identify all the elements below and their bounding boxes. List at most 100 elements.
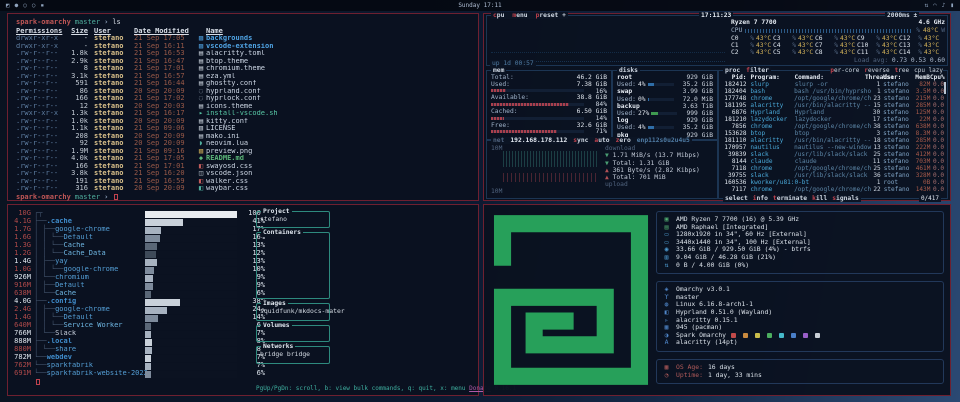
file-owner: stefano [94,132,124,140]
file-name: README.md [206,155,244,162]
process-scrollbar[interactable] [944,82,946,94]
file-permissions: .rwxr-xr-x [16,110,59,117]
process-row[interactable]: 181110 alacritty/usr/bin/alacritty -- 18st… [719,137,947,144]
proc-action-select[interactable]: select [725,195,748,202]
btop-menu-menu[interactable]: menu [512,12,527,19]
proc-option[interactable]: tree [895,67,909,74]
download-total: ▼ Total: 1.31 GiB [605,159,670,167]
file-name: walker.css [206,177,249,185]
image-file-icon: ▧ [198,147,204,155]
core-readout: C2% 43°C [731,49,772,56]
cpu-total-row: CPU % 48°C W [731,27,945,34]
file-list-terminal[interactable]: spark-omarchy master › ls Permissions Si… [7,13,479,201]
cpu-history-graph [491,24,725,62]
screencast-icon[interactable]: ⇅ [925,2,929,9]
battery-icon[interactable]: ▮ [950,2,954,9]
volumes-panel[interactable]: Volumes [256,322,330,342]
file-row: .rw-r--r-- 4.0k stefano 21 Sep 17:05 ◆ README… [16,155,470,163]
process-row[interactable]: 153628 btop btop 3 stefano 8.3M 0.0 [719,130,947,137]
workspace-2[interactable]: ○ [23,2,27,9]
networks-panel[interactable]: Networks bridge bridge [256,343,330,364]
process-row[interactable]: 160536 kworker/u81:0-bt 1 root 0B 0.0 [719,179,947,186]
process-actions[interactable]: select info terminate kill signals [723,195,861,202]
containers-panel[interactable]: Containers [256,229,330,299]
process-box-title[interactable]: proc filter [723,67,771,74]
usage-bar [145,346,237,354]
license-file-icon: ▥ [198,125,204,132]
proc-option[interactable]: cpu lazy [914,67,943,74]
proc-option[interactable]: reverse [864,67,889,74]
btop-terminal[interactable]: cpu menu preset + 17:11:23 2000ms ± Ryzen … [483,12,951,202]
refresh-interval[interactable]: 2000ms ± [885,12,920,19]
launcher-icon[interactable]: ◩ [6,2,10,9]
active-window-icon[interactable]: ▪ [41,2,45,9]
dust-row: 691M └── sparkfabrik-website-2022 6% [12,370,265,378]
images-panel[interactable]: Images squidfunk/mkdocs-mater [256,300,345,321]
process-row[interactable]: 39755 slack/usr/lib/slack/slack 36 stefano 3… [719,172,947,179]
workspace-1[interactable]: ● [15,2,19,9]
dir-name: Slack [55,330,77,338]
proc-proc[interactable]: proc [725,67,740,74]
core-readout: C3% 43°C [773,35,814,42]
net-toggle-sync[interactable]: sync [573,137,588,144]
memory-meter: 84% [491,101,607,108]
net-toggle-zero[interactable]: zero [616,137,631,144]
dust-row: 880M│ └──share8% [12,346,265,354]
process-row[interactable]: 6876 Hyprland Hyprland 30 stefano 125M 0.0 [719,109,947,116]
file-table-header: Permissions Size User Date Modified Name [16,27,223,35]
file-permissions: .rw-r--r-- [16,72,59,80]
proc-filter[interactable]: filter [746,67,769,74]
disk-used-row: Used: 4% 35.2 GiB [617,124,713,132]
lazydocker-panel[interactable]: Project stefano Containers Images squidf… [254,205,516,393]
file-date: 21 Sep 16:59 [134,177,185,185]
proc-action-info[interactable]: info [753,195,768,202]
proc-action-signals[interactable]: signals [832,195,859,202]
fastfetch-terminal[interactable]: ▣ AMD Ryzen 7 7700 (16) @ 5.39 GHz ▤ AMD Ra… [483,204,951,396]
process-row[interactable]: 170957 nautilus nautilus --new-window 13 ste… [719,144,947,151]
file-size: 3.8k [71,170,88,177]
process-row[interactable]: 182412 slurp slurp -or 1 stefano 82M 0.0 [719,81,947,88]
wifi-icon[interactable]: ◠ [933,2,937,9]
file-permissions: .rw-r--r-- [16,57,59,65]
workspace-indicators[interactable]: ◩ ● ○ ○ ▪ [6,2,44,9]
proc-option[interactable]: per-core [830,67,859,74]
core-readout: C9% 43°C [857,35,898,42]
btop-menu-preset +[interactable]: preset + [536,12,566,19]
shell-prompt-idle[interactable]: spark-omarchy master › [16,193,470,202]
memory-box: mem Total: 46.2 GiB Used: 7.38 GiB 16% Availa… [486,67,612,140]
proc-action-kill[interactable]: kill [812,195,827,202]
project-panel[interactable]: Project stefano [256,208,330,228]
git-branch: master [74,18,101,26]
file-date: 20 Sep 20:03 [134,102,185,110]
volume-icon[interactable]: ♪ [942,2,946,9]
status-tray[interactable]: ⇅ ◠ ♪ ▮ [925,2,955,9]
workspace-3[interactable]: ○ [32,2,36,9]
process-row[interactable]: 182404 bash bash /usr/bin/hyprsho 1 stefano 3… [719,88,947,95]
process-row[interactable]: 177748 chrome/opt/google/chrome/ch 23 stefa… [719,95,947,102]
process-options[interactable]: per-core reverse tree cpu lazy [830,67,943,74]
file-name: eza.yml [206,72,236,80]
network-box-title[interactable]: net 192.168.178.112 sync auto zero enp112s0u2… [491,137,692,144]
core-readout: C14% 43°C [899,49,940,56]
process-row[interactable]: 181195 alacritty/usr/bin/alacritty -- 15st… [719,102,947,109]
process-row[interactable]: 7118 chrome/opt/google/chrome/ch 25 stefano… [719,165,947,172]
disks-box-title[interactable]: disks [617,67,640,74]
btop-menu-bar[interactable]: cpu menu preset + [491,12,568,19]
file-row: .rw-r--r-- 1.1k stefano 21 Sep 09:06 ▥ LICENS… [16,125,470,133]
disk-usage-terminal[interactable]: 10G ┌┬ 100% 4.1G ├── .cache 41% 1.7G │ ├── google… [7,204,516,396]
process-row[interactable]: 7856 chrome/opt/google/chrome/ch 38 stefano… [719,123,947,130]
shell-prompt: spark-omarchy master › ls [16,18,470,27]
process-row[interactable]: 7117 chrome/opt/google/chrome/ch 22 stefano… [719,186,947,193]
process-row[interactable]: 8144 claude claude 11 stefano 703M 0.0 [719,158,947,165]
net-toggle-auto[interactable]: auto [594,137,609,144]
folder-icon: ▨ [198,35,204,42]
process-row[interactable]: 39839 slack/usr/lib/slack/slack 25 stefano 4… [719,151,947,158]
proc-action-terminate[interactable]: terminate [773,195,807,202]
file-row: .rw-r--r-- 166 stefano 21 Sep 17:01 ◧ swayosd… [16,163,470,171]
btop-menu-cpu[interactable]: cpu [493,12,504,19]
file-size: 12 [79,102,88,110]
process-row[interactable]: 181210 lazydocker lazydocker 17 stefano 22M 0.… [719,116,947,123]
css-file-icon: ◧ [198,185,204,192]
memory-box-title[interactable]: mem [491,67,507,74]
file-permissions: .rw-r--r-- [16,132,59,140]
